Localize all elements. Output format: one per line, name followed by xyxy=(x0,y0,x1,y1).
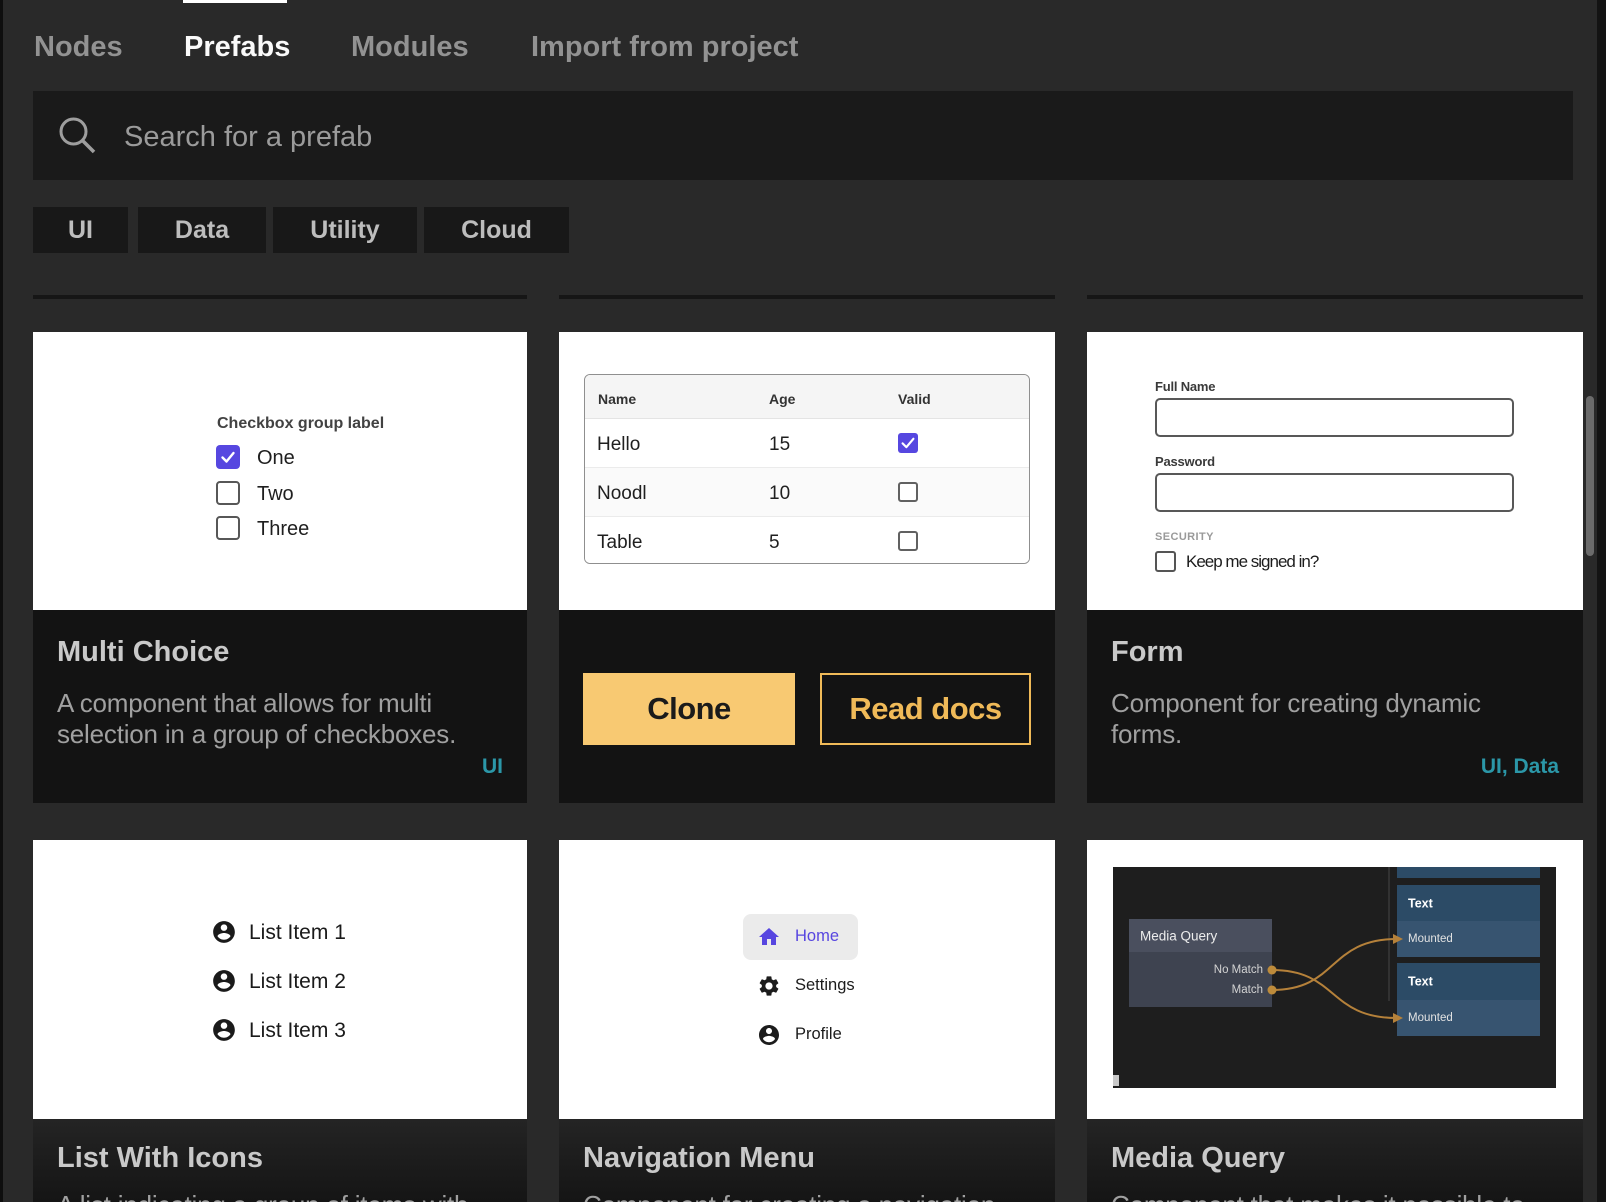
svg-text:Text: Text xyxy=(1408,974,1434,988)
svg-text:Text: Text xyxy=(1408,896,1434,910)
svg-text:Media Query: Media Query xyxy=(1140,929,1218,944)
svg-text:No Match: No Match xyxy=(1214,964,1263,976)
svg-text:Mounted: Mounted xyxy=(1408,933,1453,945)
svg-text:Mounted: Mounted xyxy=(1408,1012,1453,1024)
svg-text:Match: Match xyxy=(1232,984,1263,996)
